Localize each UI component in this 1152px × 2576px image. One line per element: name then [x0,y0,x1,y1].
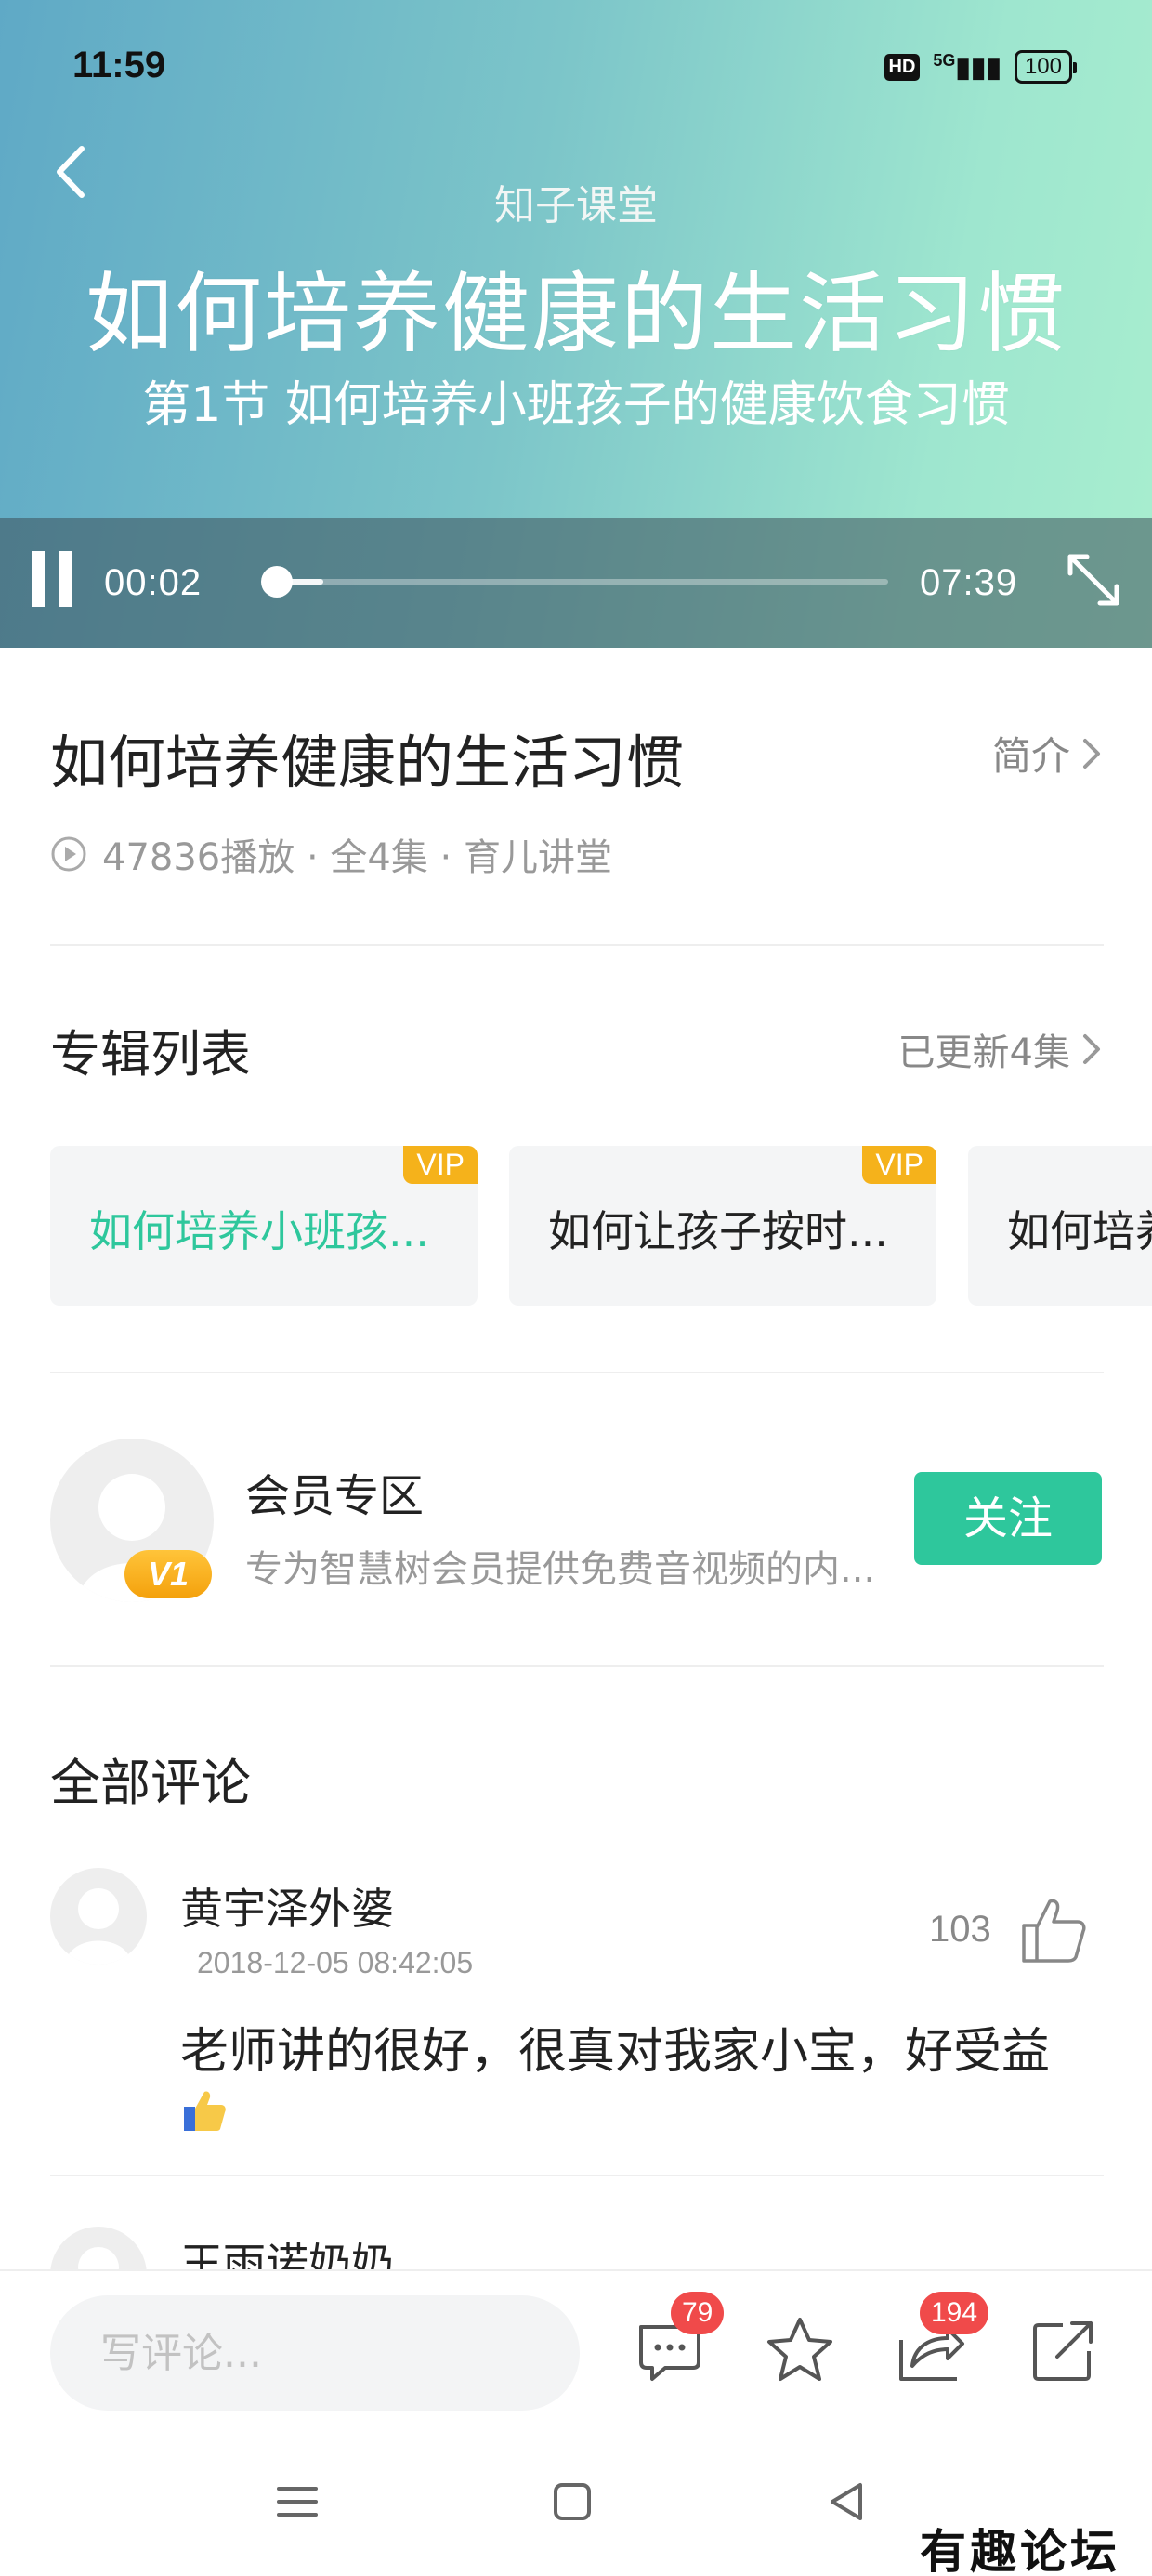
episode-label: 如何让孩子按时... [548,1206,888,1256]
star-icon[interactable] [762,2312,838,2388]
comment-count-badge: 79 [671,2292,725,2334]
episode-updated-label: 已更新4集 [897,1032,1070,1074]
comment-input[interactable] [50,2295,580,2411]
video-player[interactable]: 11:59 HD 5G▮▮▮ 100 知子课堂 如何培养健康的生活习惯 第1节 … [0,0,1152,648]
thumbs-up-icon[interactable] [1016,1892,1091,1966]
signal-icon: 5G▮▮▮ [933,50,1001,83]
episode-section-title: 专辑列表 [50,1025,251,1084]
level-badge: V1 [124,1550,212,1598]
comment-date: 2018-12-05 08:42:05 [197,1946,474,1979]
play-count-icon [51,836,86,872]
watermark-logo: 有趣论坛 [920,2524,1120,2576]
battery-icon: 100 [1014,50,1078,84]
comment-user[interactable]: 黄宇泽外婆 [180,1875,394,1937]
divider [50,944,1104,946]
home-icon[interactable] [544,2474,600,2530]
player-controls: 00:02 07:39 [0,518,1152,648]
status-time: 11:59 [72,45,166,85]
episode-updated-link[interactable]: 已更新4集 [898,1022,1104,1076]
external-share-icon[interactable] [1026,2312,1102,2388]
chevron-right-icon [1083,738,1100,769]
divider [50,2175,1104,2176]
video-title: 如何培养健康的生活习惯 [85,264,1067,365]
episode-card[interactable]: 如何培养小班孩... VIP [50,1146,478,1306]
divider [50,1372,1104,1373]
episode-label: 如何培养小班孩... [89,1206,429,1256]
pause-icon[interactable] [32,551,74,607]
chevron-right-icon [1083,1034,1100,1064]
progress-slider[interactable] [260,566,888,598]
progress-thumb[interactable] [260,566,293,598]
status-icons: HD 5G▮▮▮ 100 [884,50,1078,84]
menu-icon[interactable] [269,2474,325,2530]
episode-card[interactable]: 如何培养 [968,1146,1152,1306]
follow-button[interactable]: 关注 [914,1472,1102,1565]
back-nav-icon[interactable] [819,2474,875,2530]
thumbs-up-emoji-icon [184,2091,226,2131]
intro-link[interactable]: 简介 [992,725,1104,782]
comment-avatar[interactable] [50,1868,147,1965]
album-title: 如何培养健康的生活习惯 [50,729,685,796]
default-avatar-icon [65,1888,132,1965]
episode-list: 如何培养小班孩... VIP 如何让孩子按时... VIP 如何培养 [50,1146,1152,1306]
current-time: 00:02 [104,562,203,603]
video-brand: 知子课堂 [494,182,658,230]
comments-section-title: 全部评论 [50,1754,251,1812]
bottom-action-bar: 79 194 [0,2269,1152,2427]
divider [50,1665,1104,1667]
intro-label: 简介 [991,733,1070,779]
duration-time: 07:39 [920,562,1018,603]
album-meta: 47836播放 · 全4集 · 育儿讲堂 [50,827,612,881]
member-name: 会员专区 [245,1470,425,1522]
comment-text: 老师讲的很好，很真对我家小宝，好受益 [180,2022,1091,2141]
comment-text-content: 老师讲的很好，很真对我家小宝，好受益 [180,2024,1051,2080]
comment-like-count: 103 [929,1909,991,1950]
album-meta-text: 47836播放 · 全4集 · 育儿讲堂 [102,836,612,879]
vip-badge: VIP [403,1146,478,1184]
fullscreen-icon[interactable] [1065,551,1122,609]
member-description: 专为智慧树会员提供免费音视频的内... [245,1548,876,1591]
share-count-badge: 194 [920,2292,989,2334]
vip-badge: VIP [862,1146,936,1184]
episode-card[interactable]: 如何让孩子按时... VIP [509,1146,936,1306]
episode-label: 如何培养 [1007,1206,1152,1256]
hd-icon: HD [884,53,921,81]
video-subtitle: 第1节 如何培养小班孩子的健康饮食习惯 [142,377,1010,433]
